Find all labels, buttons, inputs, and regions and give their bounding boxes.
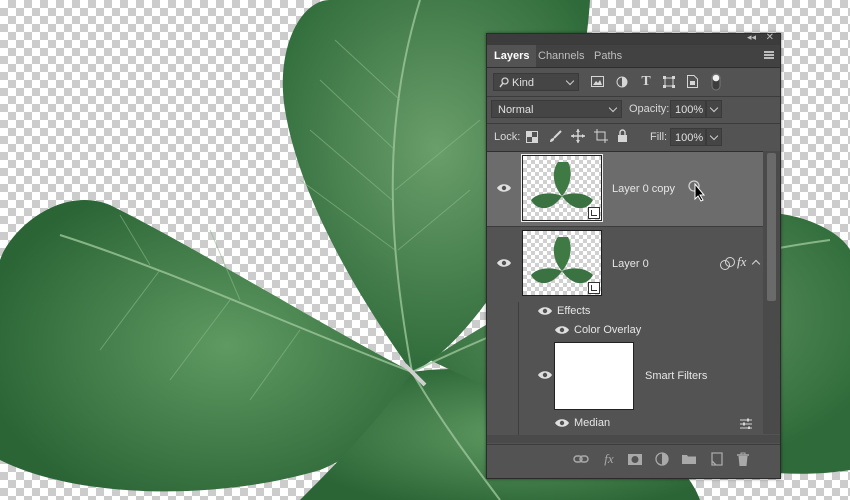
close-icon[interactable]: ✕ [766,32,774,43]
eye-icon[interactable] [497,258,511,268]
effect-row-color-overlay[interactable]: Color Overlay [487,321,763,340]
chevron-down-icon [709,103,719,113]
fill-value: 100% [675,132,704,144]
tab-channels[interactable]: Channels [531,45,591,67]
smart-object-filter-icon[interactable] [687,75,698,88]
chevron-down-icon [709,131,719,141]
opacity-label: Opacity: [629,103,670,115]
blend-mode-dropdown[interactable]: Normal [491,100,622,118]
eye-icon[interactable] [555,325,569,335]
effect-name: Color Overlay [574,324,642,336]
lock-artboard-icon[interactable] [594,129,608,143]
collapse-icon[interactable]: ◂◂ [747,32,756,43]
layers-panel: ◂◂ ✕ Layers Channels Paths Kind T Normal… [486,32,781,479]
cursor-icon [688,180,706,202]
layer-row-layer-0[interactable]: Layer 0 fx [487,227,763,302]
fill-field[interactable]: 100% [670,128,706,146]
folder-icon[interactable] [681,451,697,467]
panel-title-strip: ◂◂ ✕ [487,32,780,45]
opacity-dropdown-button[interactable] [706,100,722,118]
divider [487,123,780,124]
trash-icon[interactable] [735,451,751,467]
filter-row: Kind T [487,70,780,96]
panel-menu-icon[interactable] [764,51,774,59]
smart-object-badge-icon [588,207,600,219]
blend-row: Normal Opacity: 100% [487,97,780,123]
effects-row[interactable]: Effects [487,302,763,321]
mask-icon[interactable] [627,451,643,467]
layer-name[interactable]: Layer 0 [612,257,649,271]
smart-filters-label: Smart Filters [645,370,708,382]
blend-mode-value: Normal [498,104,534,116]
lock-row: Lock: Fill: 100% [487,125,780,151]
tab-paths[interactable]: Paths [587,45,629,67]
lock-image-pixels-icon[interactable] [549,130,562,143]
eye-icon[interactable] [538,370,552,380]
adjustment-icon[interactable] [654,451,670,467]
lock-position-icon[interactable] [571,129,585,143]
new-layer-icon[interactable] [709,451,725,467]
type-filter-icon[interactable]: T [638,73,654,91]
filter-blending-options-icon[interactable] [740,418,752,429]
layers-bottom-toolbar: fx [487,444,780,473]
horizontal-scrollbar[interactable] [487,435,780,443]
layer-effects-indicator-icon [720,257,735,270]
layers-list: Layer 0 copy Layer 0 fx Effects Color Ov… [487,151,763,435]
smart-filter-mask-thumbnail[interactable] [554,342,634,410]
layer-thumbnail[interactable] [521,154,603,222]
adjustment-filter-icon[interactable] [616,76,628,88]
opacity-value: 100% [675,104,704,116]
opacity-field[interactable]: 100% [670,100,706,118]
chevron-up-icon[interactable] [751,259,761,269]
filter-toggle-icon[interactable] [711,73,721,91]
scrollbar-thumb[interactable] [767,153,776,301]
fx-icon[interactable]: fx [601,451,617,467]
filter-kind-dropdown[interactable]: Kind [493,73,579,91]
shape-filter-icon[interactable] [663,76,675,88]
chevron-down-icon [608,103,618,113]
fill-label: Fill: [650,131,668,143]
effects-label: Effects [557,305,591,317]
fx-badge[interactable]: fx [737,254,746,270]
filter-kind-label: Kind [512,77,535,89]
lock-label: Lock: [494,131,521,143]
eye-icon[interactable] [497,183,511,193]
pixel-filter-icon[interactable] [591,76,604,88]
layer-row-layer-0-copy[interactable]: Layer 0 copy [487,152,763,226]
eye-icon[interactable] [538,306,552,316]
filter-name: Median [574,417,611,429]
filter-row-median[interactable]: Median [487,413,763,435]
layer-name[interactable]: Layer 0 copy [612,182,675,196]
chevron-down-icon [565,76,575,86]
fill-dropdown-button[interactable] [706,128,722,146]
tab-layers[interactable]: Layers [487,45,537,67]
layers-scrollbar[interactable] [763,151,780,434]
lock-transparent-pixels-icon[interactable] [526,131,538,143]
panel-tabs: Layers Channels Paths [487,45,780,68]
search-icon [499,77,509,88]
layer-thumbnail[interactable] [522,230,602,296]
smart-filters-row[interactable]: Smart Filters [487,340,763,413]
smart-object-badge-icon [588,282,600,294]
eye-icon[interactable] [555,418,569,428]
link-icon[interactable] [573,451,589,467]
lock-all-icon[interactable] [617,129,628,142]
